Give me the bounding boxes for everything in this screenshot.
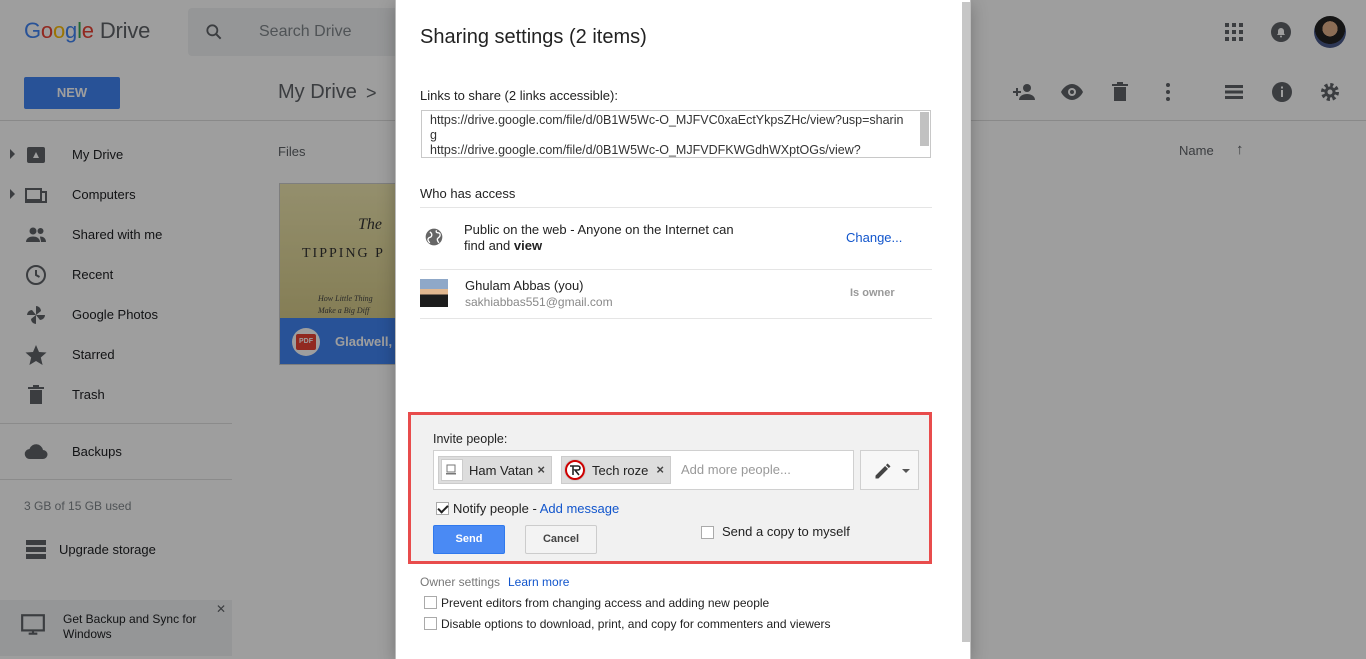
invite-people-panel: Invite people: Ham Vatan × Tech roze × A… — [408, 412, 932, 564]
invite-label: Invite people: — [433, 432, 508, 446]
who-has-access-label: Who has access — [420, 186, 516, 201]
send-copy-label: Send a copy to myself — [722, 524, 850, 539]
divider — [420, 207, 932, 208]
owner-role: Is owner — [850, 287, 895, 299]
dialog-scrollbar-thumb[interactable] — [962, 2, 970, 642]
links-scrollbar[interactable] — [920, 112, 929, 146]
notify-checkbox[interactable] — [436, 502, 449, 515]
add-message-link[interactable]: Add message — [540, 501, 620, 516]
send-button[interactable]: Send — [433, 525, 505, 554]
change-access-link[interactable]: Change... — [846, 230, 902, 245]
owner-settings-label: Owner settings — [420, 575, 501, 589]
recipient-name: Tech roze — [592, 463, 649, 478]
globe-icon — [425, 228, 443, 246]
prevent-editors-checkbox[interactable] — [424, 596, 437, 609]
owner-avatar — [420, 279, 448, 307]
links-text: https://drive.google.com/file/d/0B1W5Wc-… — [430, 113, 904, 157]
dialog-title: Sharing settings (2 items) — [420, 26, 647, 48]
public-access-desc: Public on the web - Anyone on the Intern… — [464, 222, 734, 253]
contact-icon — [441, 459, 463, 481]
cancel-button[interactable]: Cancel — [525, 525, 597, 554]
recipient-name: Ham Vatan — [469, 463, 534, 478]
recipient-chip[interactable]: Ham Vatan × — [438, 456, 552, 484]
owner-name: Ghulam Abbas (you) — [465, 278, 584, 293]
owner-email: sakhiabbas551@gmail.com — [465, 295, 613, 309]
public-access-text: Public on the web - Anyone on the Intern… — [464, 222, 744, 254]
public-access-level: view — [513, 238, 543, 253]
chevron-down-icon — [902, 469, 910, 473]
prevent-editors-label: Prevent editors from changing access and… — [441, 596, 770, 610]
disable-download-checkbox[interactable] — [424, 617, 437, 630]
divider — [420, 269, 932, 270]
invite-people-input[interactable]: Ham Vatan × Tech roze × Add more people.… — [433, 450, 854, 490]
remove-recipient-icon[interactable]: × — [537, 462, 545, 477]
links-label: Links to share (2 links accessible): — [420, 88, 618, 103]
permission-dropdown[interactable] — [860, 450, 919, 490]
disable-download-label: Disable options to download, print, and … — [441, 617, 831, 631]
add-more-placeholder[interactable]: Add more people... — [681, 462, 791, 477]
notify-text: Notify people - — [453, 501, 540, 516]
remove-recipient-icon[interactable]: × — [656, 462, 664, 477]
links-textarea[interactable]: https://drive.google.com/file/d/0B1W5Wc-… — [421, 110, 931, 158]
send-copy-checkbox[interactable] — [701, 526, 714, 539]
sharing-settings-dialog: Sharing settings (2 items) Links to shar… — [395, 0, 971, 659]
learn-more-link[interactable]: Learn more — [508, 575, 569, 589]
recipient-chip[interactable]: Tech roze × — [561, 456, 671, 484]
notify-label: Notify people - Add message — [453, 501, 619, 516]
pencil-icon — [875, 463, 891, 479]
contact-logo-icon — [564, 459, 586, 481]
divider — [420, 318, 932, 319]
